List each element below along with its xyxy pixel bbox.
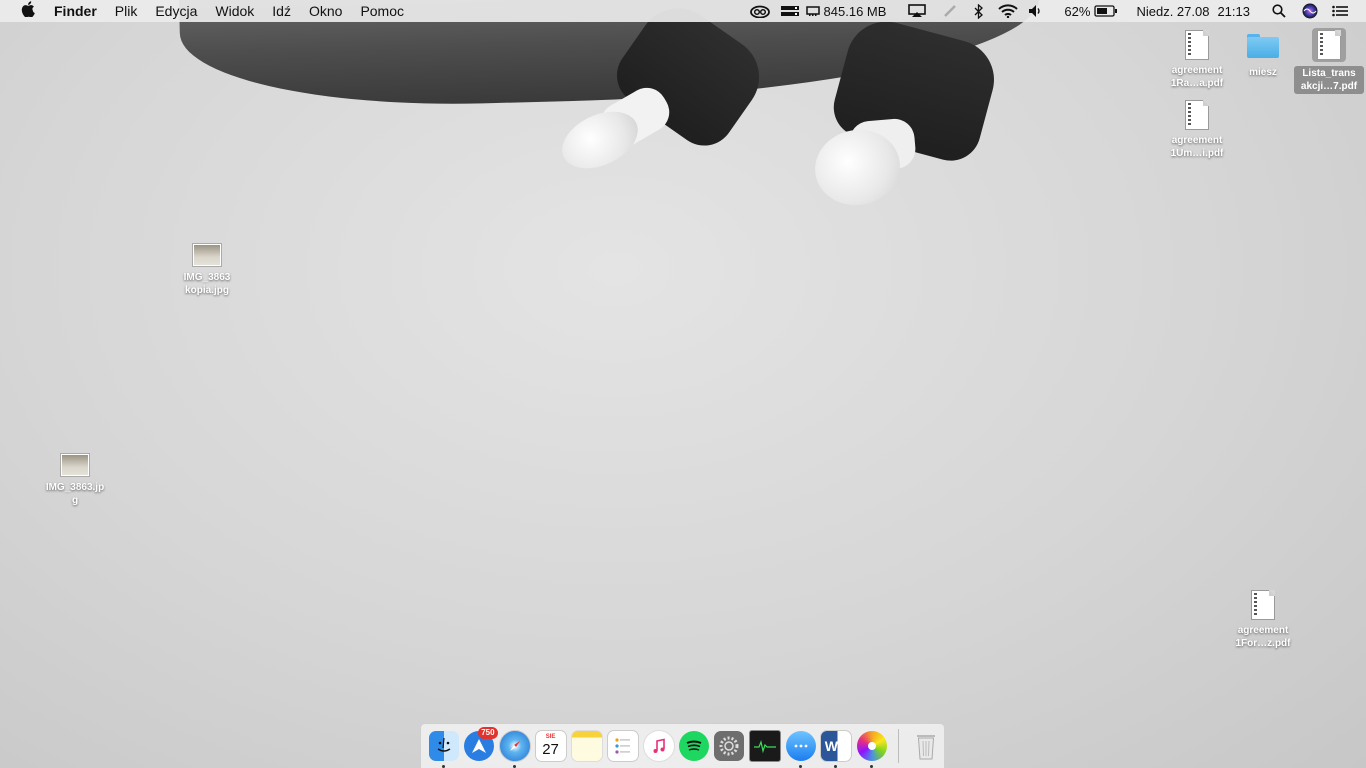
memory-status[interactable]: 845.16 MB — [805, 0, 887, 22]
pdf-document-icon — [1185, 30, 1209, 60]
calendar-month: SIE — [545, 734, 556, 740]
wifi-icon[interactable] — [998, 0, 1019, 22]
desktop-file-agreement-for[interactable]: agreement 1For…z.pdf — [1228, 590, 1298, 650]
battery-status[interactable]: 62% — [1064, 0, 1118, 22]
dock-itunes[interactable] — [642, 730, 675, 762]
desktop-file-agreement-ra[interactable]: agreement 1Ra…a.pdf — [1162, 30, 1232, 90]
dock-safari[interactable] — [498, 730, 531, 768]
messages-icon — [785, 731, 816, 761]
photos-icon — [857, 731, 888, 761]
file-label: agreement 1Ra…a.pdf — [1170, 65, 1224, 89]
dock-reminders[interactable] — [606, 730, 639, 762]
clock[interactable]: Niedz. 27.08 21:13 — [1136, 0, 1250, 22]
dock-word[interactable]: W — [820, 730, 853, 768]
dock-calendar[interactable]: SIE 27 — [534, 730, 567, 762]
desktop-file-img-kopia[interactable]: IMG_3863 kopia.jpg — [172, 243, 242, 297]
airplay-icon[interactable] — [908, 0, 927, 22]
dock: 750 SIE 27 W — [420, 723, 945, 768]
battery-icon — [1094, 5, 1118, 17]
image-thumbnail-icon — [192, 243, 222, 267]
file-label: agreement 1For…z.pdf — [1235, 625, 1291, 649]
volume-icon[interactable] — [1028, 0, 1044, 22]
word-icon: W — [820, 730, 853, 762]
clock-time: 21:13 — [1217, 3, 1250, 19]
word-letter: W — [824, 738, 839, 754]
spotlight-search-icon[interactable] — [1272, 0, 1286, 22]
pdf-document-icon — [1251, 590, 1275, 620]
creative-cloud-icon[interactable] — [749, 0, 770, 22]
dock-messages[interactable] — [785, 730, 816, 768]
calendar-icon: SIE 27 — [534, 730, 567, 762]
notes-icon — [570, 730, 603, 762]
desktop-file-agreement-um[interactable]: agreement 1Um…i.pdf — [1162, 100, 1232, 160]
itunes-music-icon — [642, 730, 675, 762]
file-label: IMG_3863 kopia.jpg — [183, 272, 231, 296]
memory-chip-icon — [805, 6, 820, 16]
spotify-icon — [679, 731, 710, 761]
file-label: agreement 1Um…i.pdf — [1170, 135, 1224, 159]
dock-activity-monitor[interactable] — [749, 730, 782, 762]
desktop-file-img[interactable]: IMG_3863.jpg — [40, 453, 110, 507]
clock-date: Niedz. 27.08 — [1136, 3, 1210, 19]
desktop-file-lista-transakcji[interactable]: Lista_trans akcji…7.pdf — [1294, 28, 1364, 94]
unread-badge: 750 — [478, 727, 498, 739]
pdf-document-icon — [1185, 100, 1209, 130]
dock-finder[interactable] — [428, 730, 459, 768]
folder-icon — [1247, 34, 1279, 58]
dock-spotify[interactable] — [679, 730, 710, 762]
menu-bar: Finder Plik Edycja Widok Idź Okno Pomoc … — [0, 0, 1366, 22]
bluetooth-icon[interactable] — [974, 0, 984, 22]
dock-notes[interactable] — [570, 730, 603, 762]
file-label: IMG_3863.jpg — [45, 482, 105, 506]
file-label: Lista_trans akcji…7.pdf — [1294, 66, 1364, 94]
disk-activity-icon[interactable] — [780, 0, 800, 22]
siri-icon[interactable] — [1302, 0, 1318, 22]
dock-separator — [897, 729, 899, 763]
menu-finder[interactable]: Finder — [54, 3, 97, 19]
pen-icon[interactable] — [942, 0, 958, 22]
menu-edycja[interactable]: Edycja — [155, 3, 197, 19]
memory-value: 845.16 MB — [823, 3, 887, 19]
dock-trash[interactable] — [911, 730, 942, 762]
image-thumbnail-icon — [60, 453, 90, 477]
trash-icon — [911, 731, 941, 761]
menu-idz[interactable]: Idź — [272, 3, 291, 19]
gear-icon — [714, 731, 745, 761]
pdf-document-icon — [1317, 30, 1341, 60]
menu-plik[interactable]: Plik — [115, 3, 138, 19]
battery-percent: 62% — [1064, 3, 1091, 19]
safari-compass-icon — [498, 730, 531, 762]
notification-center-icon[interactable] — [1332, 0, 1348, 22]
finder-icon — [428, 731, 459, 761]
dock-spark[interactable]: 750 — [463, 727, 498, 762]
menu-pomoc[interactable]: Pomoc — [360, 3, 404, 19]
folder-label: miesz — [1249, 67, 1277, 78]
menu-widok[interactable]: Widok — [215, 3, 254, 19]
activity-monitor-icon — [749, 730, 782, 762]
dock-system-preferences[interactable] — [714, 730, 745, 762]
calendar-day: 27 — [542, 741, 559, 758]
dock-photos[interactable] — [856, 730, 888, 768]
apple-menu-icon[interactable] — [18, 1, 38, 21]
menu-okno[interactable]: Okno — [309, 3, 342, 19]
desktop-folder-miesz[interactable]: miesz — [1228, 30, 1298, 79]
reminders-icon — [606, 730, 639, 762]
